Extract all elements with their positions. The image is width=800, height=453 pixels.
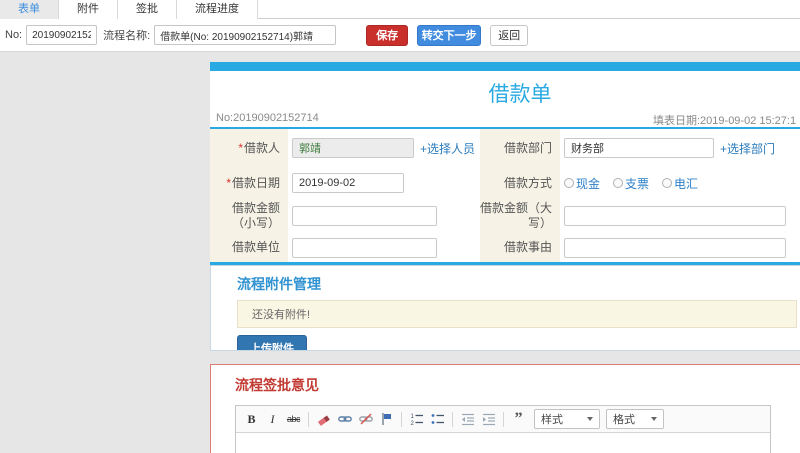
- toolbar-separator: [503, 411, 504, 427]
- page-title: 借款单: [488, 83, 552, 106]
- chevron-down-icon: [651, 417, 657, 421]
- process-name-input[interactable]: [154, 25, 337, 45]
- borrower-input[interactable]: [292, 138, 414, 158]
- remove-format-icon[interactable]: [314, 410, 333, 428]
- no-label: No:: [5, 29, 23, 41]
- bold-icon[interactable]: B: [242, 410, 261, 428]
- amount-upper-field: [560, 199, 800, 233]
- select-person-link[interactable]: +选择人员: [420, 140, 475, 157]
- amount-lower-input[interactable]: [292, 206, 437, 226]
- department-input[interactable]: [564, 138, 714, 158]
- panel-top-bar: [210, 62, 800, 71]
- radio-cash[interactable]: 现金: [564, 175, 600, 192]
- department-label: 借款部门: [480, 129, 560, 167]
- rich-text-editor: B I abc 12 ” 样式 格式: [235, 405, 771, 453]
- loan-unit-label: 借款单位: [210, 233, 288, 262]
- required-mark: *: [238, 140, 243, 155]
- amount-upper-input[interactable]: [564, 206, 786, 226]
- toolbar-separator: [401, 411, 402, 427]
- indent-icon[interactable]: [479, 410, 498, 428]
- loan-date-field: [288, 167, 480, 199]
- svg-text:2: 2: [410, 421, 414, 426]
- upload-attachment-button[interactable]: 上传附件: [237, 335, 307, 350]
- back-button[interactable]: 返回: [490, 24, 529, 46]
- toolbar-separator: [308, 411, 309, 427]
- chevron-down-icon: [587, 417, 593, 421]
- loan-method-label: 借款方式: [480, 167, 560, 199]
- approval-section-title: 流程签批意见: [235, 377, 319, 393]
- loan-form-panel: 借款单 No:20190902152714 填表日期:2019-09-02 15…: [210, 62, 800, 267]
- radio-cheque[interactable]: 支票: [613, 175, 649, 192]
- top-toolbar: No: 流程名称: 保存 转交下一步 返回: [0, 19, 800, 52]
- loan-form-grid: * 借款人 +选择人员 借款部门 +选择部门 * 借款日期: [210, 129, 800, 262]
- loan-date-input[interactable]: [292, 173, 404, 193]
- loan-unit-field: [288, 233, 480, 262]
- radio-circle-icon: [662, 178, 673, 188]
- approval-panel: 流程签批意见 B I abc 1 2 ” 样式 格式: [210, 364, 800, 453]
- doc-number: No:20190902152714: [216, 112, 319, 124]
- loan-date-label: * 借款日期: [210, 167, 288, 199]
- save-button[interactable]: 保存: [366, 24, 409, 46]
- tab-bar: 表单 附件 签批 流程进度: [0, 0, 800, 19]
- link-icon[interactable]: [335, 410, 354, 428]
- no-attachment-notice: 还没有附件!: [237, 300, 797, 328]
- loan-reason-field: [560, 233, 800, 262]
- process-name-label: 流程名称:: [103, 30, 151, 42]
- attachment-section-title: 流程附件管理: [237, 276, 321, 292]
- editor-toolbar: B I abc 12 ” 样式 格式: [236, 406, 770, 433]
- loan-unit-input[interactable]: [292, 237, 437, 258]
- doc-meta: No:20190902152714 填表日期:2019-09-02 15:27:…: [210, 111, 800, 127]
- numbered-list-icon[interactable]: 12: [407, 410, 426, 428]
- required-mark: *: [226, 175, 231, 190]
- format-dropdown[interactable]: 格式: [606, 409, 664, 429]
- fill-date: 填表日期:2019-09-02 15:27:1: [653, 115, 797, 127]
- forward-next-step-button[interactable]: 转交下一步: [417, 24, 482, 46]
- loan-reason-input[interactable]: [564, 237, 786, 258]
- tab-form[interactable]: 表单: [0, 0, 59, 19]
- radio-circle-icon: [613, 178, 624, 188]
- amount-lower-label: 借款金额（小写）: [210, 199, 288, 233]
- loan-form-page: 表单 附件 签批 流程进度 No: 流程名称: 保存 转交下一步 返回 借款单 …: [0, 0, 800, 453]
- borrower-label: * 借款人: [210, 129, 288, 167]
- italic-icon[interactable]: I: [263, 410, 282, 428]
- tab-attachment[interactable]: 附件: [59, 0, 118, 19]
- unlink-icon[interactable]: [356, 410, 375, 428]
- outdent-icon[interactable]: [458, 410, 477, 428]
- editor-content-area[interactable]: [236, 433, 770, 453]
- amount-upper-label: 借款金额（大写）: [480, 199, 560, 233]
- loan-reason-label: 借款事由: [480, 233, 560, 262]
- styles-dropdown[interactable]: 样式: [534, 409, 600, 429]
- department-field: +选择部门: [560, 129, 800, 167]
- tab-process-progress[interactable]: 流程进度: [177, 0, 258, 19]
- no-input[interactable]: [26, 25, 98, 45]
- amount-lower-field: [288, 199, 480, 233]
- svg-text:1: 1: [410, 414, 414, 420]
- bulleted-list-icon[interactable]: [428, 410, 447, 428]
- tab-approval[interactable]: 签批: [118, 0, 177, 19]
- blockquote-icon[interactable]: ”: [509, 410, 528, 428]
- loan-method-field: 现金 支票 电汇: [560, 167, 800, 199]
- anchor-flag-icon[interactable]: [377, 410, 396, 428]
- radio-wire-transfer[interactable]: 电汇: [662, 175, 698, 192]
- borrower-field: +选择人员: [288, 129, 480, 167]
- select-department-link[interactable]: +选择部门: [720, 140, 775, 157]
- strikethrough-icon[interactable]: abc: [284, 410, 303, 428]
- radio-circle-icon: [564, 178, 574, 188]
- toolbar-separator: [452, 411, 453, 427]
- attachment-panel: 流程附件管理 还没有附件! 上传附件: [210, 265, 800, 351]
